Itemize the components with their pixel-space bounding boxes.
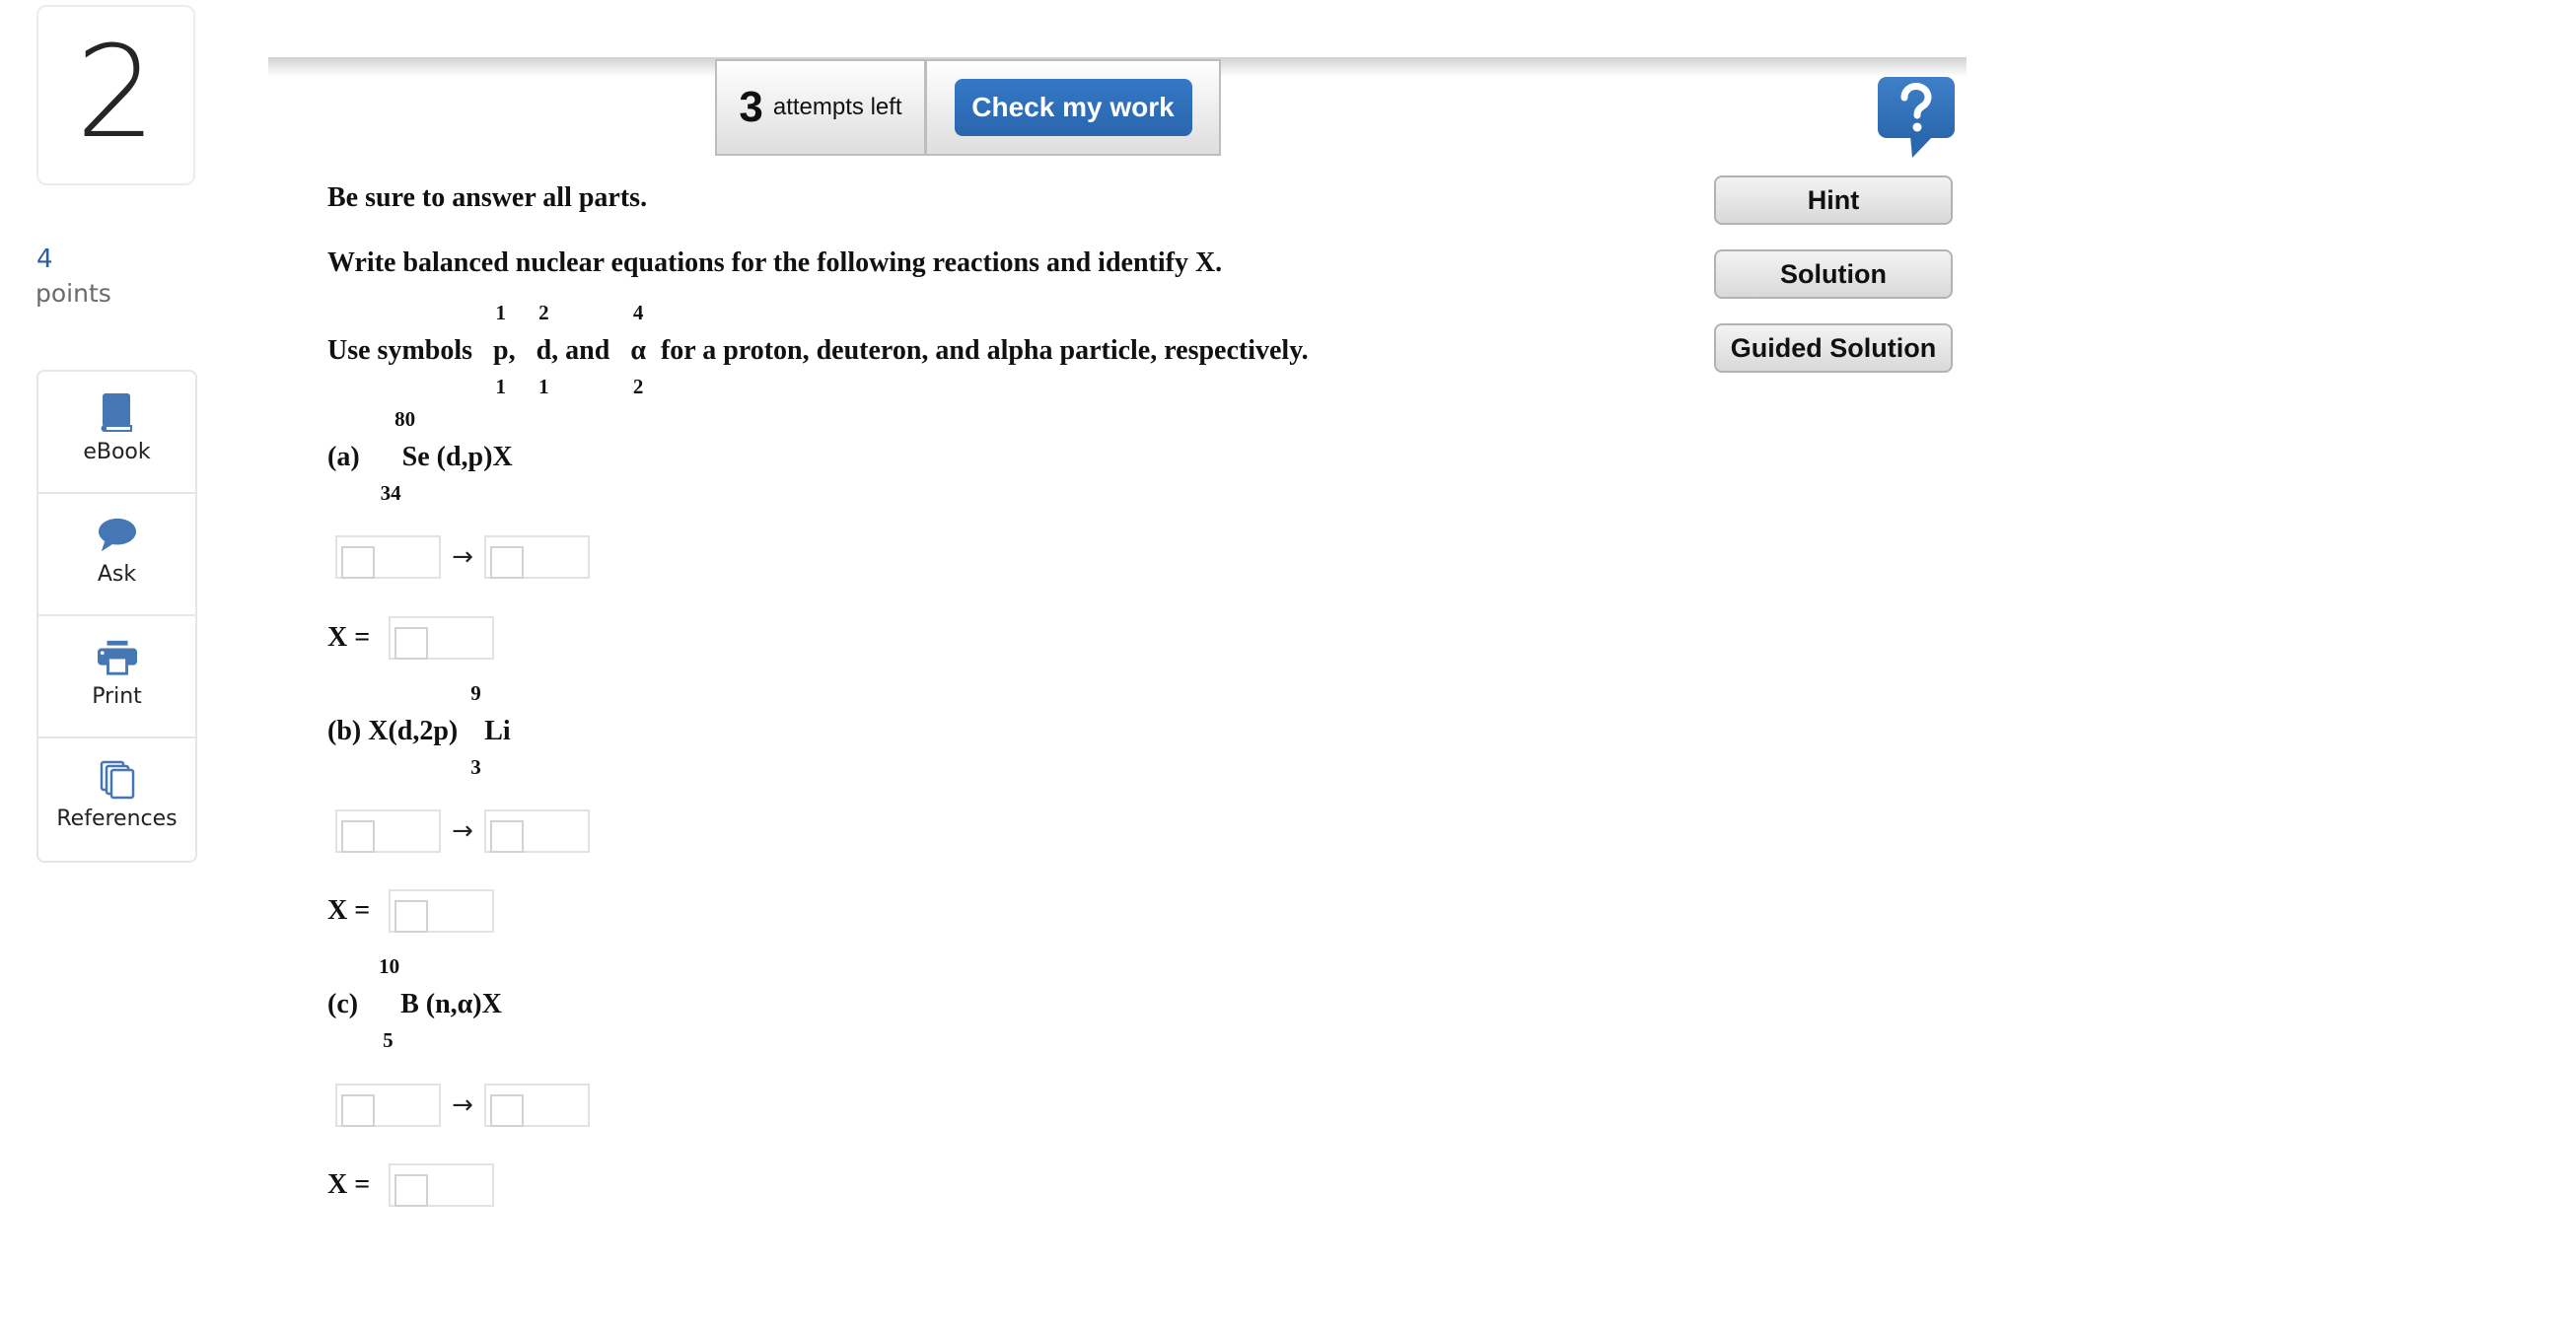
attempts-panel: 3 attempts left Check my work xyxy=(715,59,1221,156)
part-b-reaction: (b) X(d,2p) 9 Li 3 xyxy=(327,683,511,778)
sidebar-item-print[interactable]: Print xyxy=(38,616,195,738)
deuteron-symbol: 2 d 1 xyxy=(536,303,552,397)
atomic-number: 34 xyxy=(380,481,401,505)
nuclide-template-box[interactable] xyxy=(341,546,375,579)
symbol: Li xyxy=(484,716,511,746)
instruction-answer-all: Be sure to answer all parts. xyxy=(327,182,648,213)
reaction-notation: (n,α)X xyxy=(418,989,502,1019)
mass-number: 9 xyxy=(470,681,481,705)
products-input[interactable] xyxy=(484,535,590,579)
instruction-balanced-equations: Write balanced nuclear equations for the… xyxy=(327,247,1223,278)
reaction-arrow: → xyxy=(452,1090,473,1120)
solution-button[interactable]: Solution xyxy=(1714,249,1953,299)
reactants-input[interactable] xyxy=(335,535,441,579)
check-my-work-button[interactable]: Check my work xyxy=(954,79,1192,136)
symbol: p xyxy=(493,335,509,366)
points-label: points xyxy=(36,279,111,308)
proton-symbol: 1 p 1 xyxy=(493,303,509,397)
part-b-x-answer: X = xyxy=(327,889,494,933)
part-a-equation: → xyxy=(335,534,590,580)
resource-sidebar: eBook Ask Print References xyxy=(36,370,197,863)
target-nuclide: 10 B 5 xyxy=(379,956,419,1051)
instruction-symbols: Use symbols 1 p 1 , 2 d 1 , and 4 α 2 for a pr… xyxy=(327,303,1309,414)
printer-icon xyxy=(97,638,137,677)
x-input[interactable] xyxy=(389,889,494,933)
nuclide-template-box[interactable] xyxy=(394,900,428,933)
check-cell: Check my work xyxy=(927,61,1219,154)
part-c-reaction: (c) 10 B 5 (n,α)X xyxy=(327,956,502,1051)
question-number: 2 xyxy=(75,20,157,167)
nuclide-template-box[interactable] xyxy=(341,1094,375,1127)
hint-button[interactable]: Hint xyxy=(1714,175,1953,225)
alpha-symbol: 4 α 2 xyxy=(630,303,646,397)
atomic-number: 1 xyxy=(538,375,549,398)
symbols-suffix: for a proton, deuteron, and alpha partic… xyxy=(660,335,1309,366)
nuclide-template-box[interactable] xyxy=(341,820,375,853)
mass-number: 2 xyxy=(538,301,549,324)
sidebar-item-ebook[interactable]: eBook xyxy=(38,372,195,494)
atomic-number: 2 xyxy=(632,375,644,398)
atomic-number: 5 xyxy=(383,1028,394,1052)
x-input[interactable] xyxy=(389,616,494,660)
part-c-equation: → xyxy=(335,1083,590,1128)
part-b-equation: → xyxy=(335,808,590,854)
x-equals-label: X = xyxy=(327,622,371,653)
x-equals-label: X = xyxy=(327,1169,371,1200)
sidebar-item-label: Ask xyxy=(97,562,137,587)
reaction-arrow: → xyxy=(452,816,473,846)
mass-number: 1 xyxy=(495,301,507,324)
symbol: α xyxy=(630,335,646,366)
products-input[interactable] xyxy=(484,809,590,853)
nuclide-template-box[interactable] xyxy=(394,627,428,660)
attempts-count: 3 xyxy=(739,83,763,131)
attempts-text: attempts left xyxy=(772,94,902,120)
part-c-x-answer: X = xyxy=(327,1163,494,1207)
speech-bubble-icon xyxy=(98,516,137,555)
mass-number: 80 xyxy=(394,407,416,431)
sidebar-item-label: References xyxy=(56,806,178,831)
separator: , and xyxy=(551,335,610,366)
guided-solution-button[interactable]: Guided Solution xyxy=(1714,323,1953,373)
symbol: d xyxy=(536,335,552,366)
mass-number: 4 xyxy=(632,301,644,324)
points-value: 4 xyxy=(36,245,53,274)
product-nuclide: 9 Li 3 xyxy=(470,683,511,778)
symbol: Se xyxy=(401,442,430,472)
part-label: (c) xyxy=(327,989,359,1019)
atomic-number: 3 xyxy=(470,755,481,779)
x-input[interactable] xyxy=(389,1163,494,1207)
sidebar-item-label: Print xyxy=(92,684,142,709)
reaction-notation: X(d,2p) xyxy=(361,716,459,746)
documents-icon xyxy=(98,760,137,800)
reaction-notation: (d,p)X xyxy=(429,442,513,472)
sidebar-item-references[interactable]: References xyxy=(38,738,195,861)
symbol: B xyxy=(400,989,419,1019)
book-icon xyxy=(98,393,137,433)
separator: , xyxy=(508,335,516,366)
nuclide-template-box[interactable] xyxy=(490,1094,524,1127)
part-label: (b) xyxy=(327,716,362,746)
nuclide-template-box[interactable] xyxy=(490,820,524,853)
symbols-prefix: Use symbols xyxy=(327,335,473,366)
nuclide-template-box[interactable] xyxy=(394,1174,428,1207)
reactants-input[interactable] xyxy=(335,809,441,853)
help-question-icon[interactable] xyxy=(1877,76,1956,159)
question-number-box: 2 xyxy=(36,5,195,185)
sidebar-item-ask[interactable]: Ask xyxy=(38,494,195,616)
x-equals-label: X = xyxy=(327,895,371,926)
reaction-arrow: → xyxy=(452,542,473,572)
attempts-counter: 3 attempts left xyxy=(717,61,927,154)
nuclide-template-box[interactable] xyxy=(490,546,524,579)
target-nuclide: 80 Se 34 xyxy=(381,409,430,504)
part-label: (a) xyxy=(327,442,360,472)
sidebar-item-label: eBook xyxy=(83,440,151,464)
atomic-number: 1 xyxy=(495,375,507,398)
part-a-x-answer: X = xyxy=(327,616,494,660)
mass-number: 10 xyxy=(379,954,400,978)
products-input[interactable] xyxy=(484,1084,590,1127)
part-a-reaction: (a) 80 Se 34 (d,p)X xyxy=(327,409,513,504)
reactants-input[interactable] xyxy=(335,1084,441,1127)
